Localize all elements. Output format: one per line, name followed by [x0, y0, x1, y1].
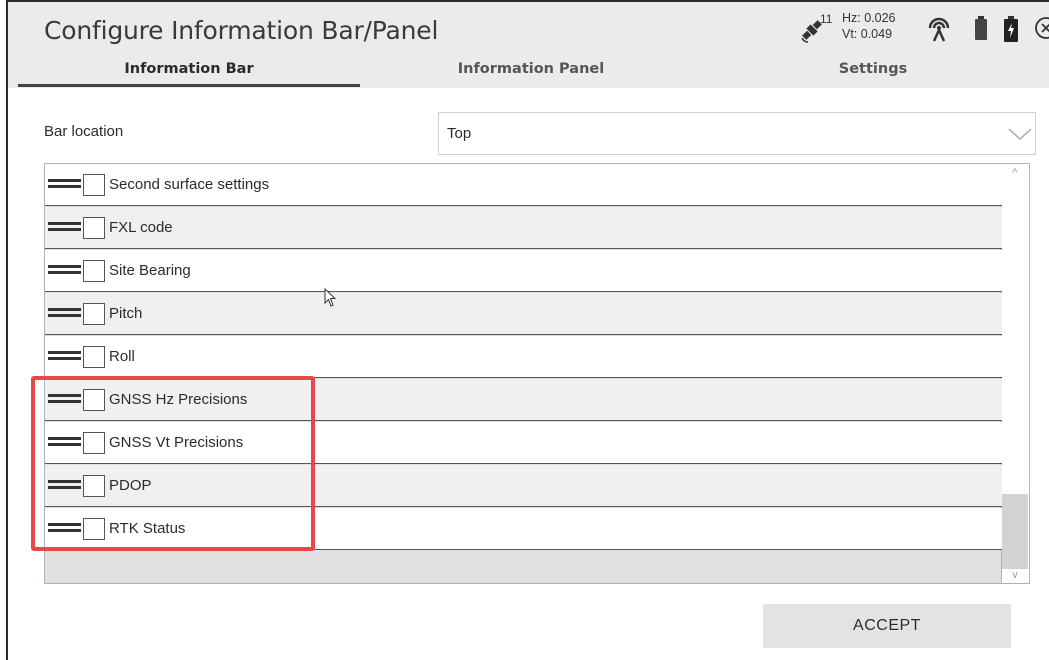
close-icon[interactable]	[1032, 14, 1049, 42]
list-item-label: Second surface settings	[109, 176, 270, 193]
list-item[interactable]: Roll	[45, 336, 1002, 378]
drag-handle-icon[interactable]	[48, 351, 81, 361]
list-item[interactable]: Pitch	[45, 293, 1002, 335]
item-checkbox[interactable]	[83, 303, 105, 325]
page-title: Configure Information Bar/Panel	[44, 16, 439, 45]
scroll-up-icon[interactable]: ^	[1002, 164, 1028, 182]
drag-handle-icon[interactable]	[48, 308, 81, 318]
tab-settings[interactable]: Settings	[702, 58, 1044, 88]
item-checkbox[interactable]	[83, 260, 105, 282]
scroll-thumb[interactable]	[1002, 494, 1028, 569]
annotation-highlight-box	[31, 376, 315, 551]
antenna-icon[interactable]	[924, 14, 954, 44]
accept-button[interactable]: ACCEPT	[763, 604, 1011, 648]
scroll-down-icon[interactable]: v	[1002, 567, 1028, 583]
list-item-label: Pitch	[109, 305, 143, 322]
list-item-label: Site Bearing	[109, 262, 191, 279]
drag-handle-icon[interactable]	[48, 265, 81, 275]
tab-information-panel[interactable]: Information Panel	[360, 58, 702, 88]
drag-handle-icon[interactable]	[48, 222, 81, 232]
battery-charging-icon[interactable]	[1004, 16, 1018, 42]
item-checkbox[interactable]	[83, 346, 105, 368]
hz-precision: Hz: 0.026	[842, 11, 896, 25]
list-item[interactable]: Second surface settings	[45, 164, 1002, 206]
bar-location-select[interactable]: Top	[438, 112, 1036, 155]
list-item-label: FXL code	[109, 219, 173, 236]
drag-handle-icon[interactable]	[48, 179, 81, 189]
active-tab-indicator	[18, 84, 360, 87]
chevron-down-icon	[1008, 128, 1032, 141]
bar-location-value: Top	[447, 125, 472, 142]
header: Configure Information Bar/Panel 11 Hz: 0…	[8, 2, 1049, 88]
mouse-cursor-icon	[324, 288, 337, 307]
precision-readout[interactable]: Hz: 0.026 Vt: 0.049	[842, 10, 896, 42]
bar-location-label: Bar location	[44, 123, 124, 140]
battery-icon[interactable]	[975, 16, 987, 40]
item-checkbox[interactable]	[83, 174, 105, 196]
list-item[interactable]: Site Bearing	[45, 250, 1002, 292]
list-scrollbar[interactable]: ^ v	[1002, 163, 1030, 584]
satellite-count: 11	[820, 12, 833, 26]
vt-precision: Vt: 0.049	[842, 27, 893, 41]
list-item-label: Roll	[109, 348, 135, 365]
list-item[interactable]: FXL code	[45, 207, 1002, 249]
item-checkbox[interactable]	[83, 217, 105, 239]
app-window: Configure Information Bar/Panel 11 Hz: 0…	[6, 0, 1049, 660]
